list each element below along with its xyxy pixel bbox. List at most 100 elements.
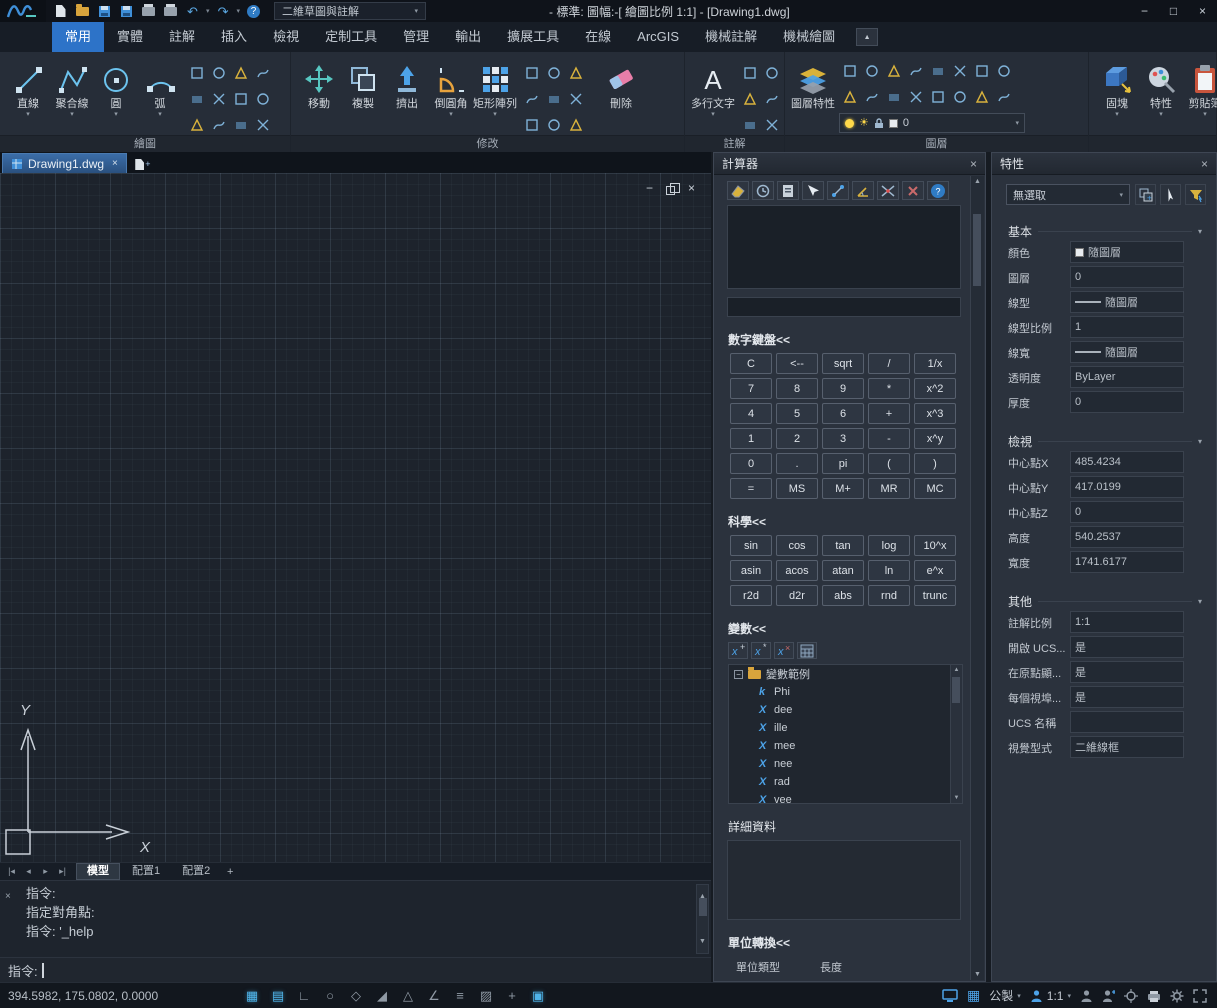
numpad-button-6[interactable]: 6 [822,403,864,424]
numpad-button-=[interactable]: = [730,478,772,499]
mirror-icon[interactable] [543,61,565,85]
grid-toggle[interactable]: ▤ [266,986,290,1006]
numpad-button-MC[interactable]: MC [914,478,956,499]
help-icon[interactable]: ? [927,181,949,200]
layer-merge-icon[interactable] [949,85,971,109]
ribbon-button-layerprops[interactable]: 圖層特性 [791,57,835,111]
dynamic-ucs-toggle[interactable]: + [500,986,524,1006]
property-value[interactable]: 1 [1070,316,1184,338]
dropdown-caret-icon[interactable]: ▾ [1203,111,1207,119]
property-value[interactable]: 417.0199 [1070,476,1184,498]
dropdown-caret-icon[interactable]: ▾ [70,111,74,119]
selection-dropdown[interactable]: 無選取 ▾ [1006,184,1130,205]
dropdown-caret-icon[interactable]: ▾ [1115,111,1119,119]
scroll-thumb[interactable] [952,677,960,703]
chevron-down-icon[interactable]: ▾ [1015,119,1019,127]
numpad-button-0[interactable]: 0 [730,453,772,474]
layer-unisolate-icon[interactable] [949,59,971,83]
ribbon-button-mtext[interactable]: A多行文字▾ [691,57,735,119]
numpad-button-C[interactable]: C [730,353,772,374]
ribbon-button-line[interactable]: 直線▾ [6,57,50,119]
maximize-button[interactable]: □ [1159,0,1188,22]
crosshair-icon[interactable] [1124,989,1138,1003]
turn-all-layers-on-icon[interactable] [927,59,949,83]
ribbon-tab-輸出[interactable]: 輸出 [442,22,494,52]
scientific-button-tan[interactable]: tan [822,535,864,556]
tree-root-folder[interactable]: −變數範例 [729,665,962,683]
numpad-button-MS[interactable]: MS [776,478,818,499]
section-collapse-icon[interactable]: ▾ [1198,597,1202,606]
numpad-button-*[interactable]: * [868,378,910,399]
scroll-down-icon[interactable]: ▼ [974,971,981,978]
layer-match-icon[interactable] [861,85,883,109]
snap-toggle[interactable]: ▦ [240,986,264,1006]
gradient-icon[interactable] [208,87,230,111]
polar-tracking-toggle[interactable]: ○ [318,986,342,1006]
ribbon-button-copy[interactable]: 複製 [341,57,385,119]
variable-nee[interactable]: Xnee [729,755,962,773]
model-space-icon[interactable] [942,989,958,1003]
scroll-thumb[interactable] [973,214,981,286]
new-file-button[interactable] [50,2,71,20]
numpad-button-7[interactable]: 7 [730,378,772,399]
wipeout-icon[interactable] [252,113,274,137]
break-icon[interactable] [565,87,587,111]
property-value[interactable]: 0 [1070,501,1184,523]
property-value[interactable]: 1741.6177 [1070,551,1184,573]
numpad-button-x^3[interactable]: x^3 [914,403,956,424]
rotate-icon[interactable] [521,61,543,85]
join-icon[interactable] [521,113,543,137]
property-value[interactable] [1070,711,1184,733]
save-button[interactable] [94,2,115,20]
scientific-section-label[interactable]: 科學<< [728,513,985,530]
next-layout-button[interactable]: ▸ [38,866,53,877]
redo-button[interactable]: ↷ [213,2,234,20]
ribbon-button-circle[interactable]: 圓▾ [94,57,138,119]
publish-button[interactable] [160,2,181,20]
ribbon-tab-擴展工具[interactable]: 擴展工具 [494,22,572,52]
property-value[interactable]: 1:1 [1070,611,1184,633]
numpad-button--[interactable]: - [868,428,910,449]
revision-cloud-icon[interactable] [208,61,230,85]
variable-mee[interactable]: Xmee [729,737,962,755]
calculator-history-display[interactable] [727,205,961,289]
numpad-button-4[interactable]: 4 [730,403,772,424]
scientific-button-abs[interactable]: abs [822,585,864,606]
dropdown-caret-icon[interactable]: ▾ [493,111,497,119]
fullscreen-icon[interactable] [1193,989,1207,1003]
collapse-icon[interactable]: − [734,670,743,679]
dimension-style-icon[interactable] [761,87,783,111]
ellipse-icon[interactable] [252,61,274,85]
calculator-header[interactable]: 計算器 × [714,153,985,175]
dropdown-caret-icon[interactable]: ▾ [711,111,715,119]
ribbon-tab-插入[interactable]: 插入 [208,22,260,52]
ribbon-button-properties[interactable]: 特性▾ [1139,57,1183,119]
properties-header[interactable]: 特性 × [992,153,1216,175]
tree-scrollbar[interactable]: ▲ ▼ [950,665,962,803]
gear-icon[interactable] [1170,989,1184,1003]
numpad-button-1/x[interactable]: 1/x [914,353,956,374]
panel-label-modify[interactable]: 修改 [291,135,684,152]
numpad-button-+[interactable]: + [868,403,910,424]
scientific-button-e^x[interactable]: e^x [914,560,956,581]
clear-icon[interactable] [727,181,749,200]
dropdown-caret-icon[interactable]: ▾ [1159,111,1163,119]
numpad-button-2[interactable]: 2 [776,428,818,449]
table-icon[interactable] [739,87,761,111]
layer-lock-icon[interactable] [905,59,927,83]
ribbon-tab-管理[interactable]: 管理 [390,22,442,52]
chamfer-icon[interactable] [543,113,565,137]
add-layout-button[interactable]: + [222,866,238,878]
scientific-button-acos[interactable]: acos [776,560,818,581]
scroll-down-icon[interactable]: ▼ [954,795,960,801]
isometric-draft-toggle[interactable]: ◇ [344,986,368,1006]
workspace-switcher[interactable]: 二維草圖與註解 ▾ [274,2,426,20]
transparency-toggle[interactable]: ▨ [474,986,498,1006]
paste-to-command-line-icon[interactable] [777,181,799,200]
layer-delete-icon[interactable] [971,85,993,109]
command-scrollbar[interactable]: ▲ ▼ [696,884,709,954]
app-logo-icon[interactable] [0,0,46,22]
ribbon-tab-ArcGIS[interactable]: ArcGIS [624,22,692,52]
lineweight-toggle[interactable]: ≡ [448,986,472,1006]
lock-fade-icon[interactable] [993,85,1015,109]
